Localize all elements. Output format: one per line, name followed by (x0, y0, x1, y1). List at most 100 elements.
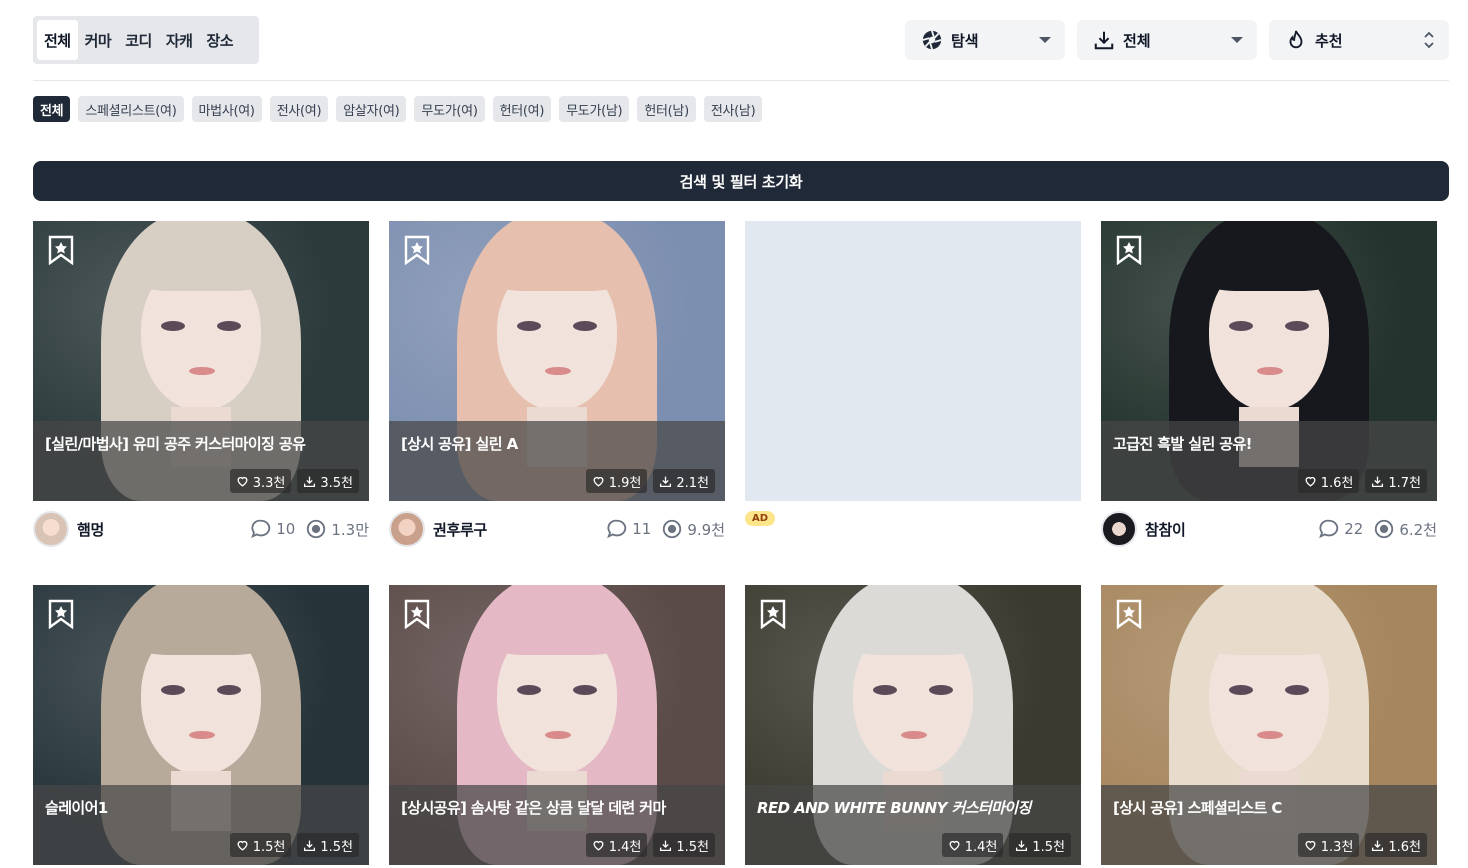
heart-icon (949, 840, 960, 851)
avatar[interactable] (1101, 511, 1137, 547)
author-name[interactable]: 권후루구 (433, 519, 596, 540)
card-meta: 참참이 22 6.2천 (1101, 509, 1437, 549)
card-meta: 햄멍 10 1.3만 (33, 509, 369, 549)
explore-label: 탐색 (951, 31, 979, 50)
view-icon (1375, 519, 1394, 539)
sort-arrows-icon (1423, 31, 1435, 49)
likes-badge: 1.6천 (1297, 469, 1360, 493)
preset-card[interactable]: RED AND WHITE BUNNY 커스터마이징 1.4천 1.5천 (745, 585, 1081, 865)
tab-original-character[interactable]: 자캐 (159, 20, 200, 60)
sort-label: 추천 (1315, 31, 1343, 50)
comment-icon (1319, 519, 1339, 539)
preset-thumbnail[interactable]: RED AND WHITE BUNNY 커스터마이징 1.4천 1.5천 (745, 585, 1081, 865)
divider (33, 80, 1449, 81)
chip-mage-f[interactable]: 마법사(여) (191, 96, 262, 122)
preset-card[interactable]: [실린/마법사] 유미 공주 커스터마이징 공유 3.3천 3.5천 햄멍 10… (33, 221, 369, 549)
bookmark-icon[interactable] (1115, 235, 1143, 265)
preset-card[interactable]: 고급진 흑발 실린 공유! 1.6천 1.7천 참참이 22 6.2천 (1101, 221, 1437, 549)
sort-dropdown[interactable]: 추천 (1269, 20, 1449, 60)
reset-filters-button[interactable]: 검색 및 필터 초기화 (33, 161, 1449, 201)
card-overlay: [상시공유] 솜사탕 같은 상큼 달달 데련 커마 1.4천 1.5천 (389, 785, 725, 865)
downloads-count: 1.6천 (1388, 839, 1421, 855)
bookmark-icon[interactable] (759, 599, 787, 629)
preset-thumbnail[interactable]: 슬레이어1 1.5천 1.5천 (33, 585, 369, 865)
comments-count: 22 (1344, 520, 1364, 538)
download-icon (304, 476, 316, 487)
preset-card[interactable]: [상시 공유] 스페셜리스트 C 1.3천 1.6천 (1101, 585, 1437, 865)
likes-badge: 1.9천 (585, 469, 648, 493)
chevron-down-icon (1231, 37, 1243, 43)
author-name[interactable]: 햄멍 (77, 519, 240, 540)
bookmark-icon[interactable] (403, 599, 431, 629)
bookmark-icon[interactable] (403, 235, 431, 265)
explore-dropdown[interactable]: 탐색 (905, 20, 1065, 60)
bookmark-icon[interactable] (47, 235, 75, 265)
preset-title: 고급진 흑발 실린 공유! (1113, 435, 1253, 453)
bookmark-icon[interactable] (1115, 599, 1143, 629)
downloads-count: 1.5천 (676, 839, 709, 855)
comments-stat: 11 (606, 518, 651, 540)
ad-placeholder[interactable] (745, 221, 1081, 501)
preset-card[interactable]: 슬레이어1 1.5천 1.5천 (33, 585, 369, 865)
preset-card[interactable]: [상시공유] 솜사탕 같은 상큼 달달 데련 커마 1.4천 1.5천 (389, 585, 725, 865)
downloads-badge: 1.5천 (1009, 833, 1071, 857)
heart-icon (593, 840, 604, 851)
preset-thumbnail[interactable]: 고급진 흑발 실린 공유! 1.6천 1.7천 (1101, 221, 1437, 501)
chip-assassin-f[interactable]: 암살자(여) (336, 96, 407, 122)
preset-thumbnail[interactable]: [상시공유] 솜사탕 같은 상큼 달달 데련 커마 1.4천 1.5천 (389, 585, 725, 865)
download-filter-dropdown[interactable]: 전체 (1077, 20, 1257, 60)
download-icon (1016, 840, 1028, 851)
author-name[interactable]: 참참이 (1145, 519, 1308, 540)
class-filter-chips: 전체 스페셜리스트(여) 마법사(여) 전사(여) 암살자(여) 무도가(여) … (33, 96, 763, 122)
download-icon (1372, 840, 1384, 851)
likes-count: 1.3천 (1320, 839, 1354, 855)
card-overlay: 슬레이어1 1.5천 1.5천 (33, 785, 369, 865)
avatar[interactable] (33, 511, 69, 547)
preset-thumbnail[interactable]: [상시 공유] 스페셜리스트 C 1.3천 1.6천 (1101, 585, 1437, 865)
card-overlay: [상시 공유] 실린 A 1.9천 2.1천 (389, 421, 725, 501)
flame-icon (1285, 29, 1307, 51)
card-overlay: RED AND WHITE BUNNY 커스터마이징 1.4천 1.5천 (745, 785, 1081, 865)
tab-outfit[interactable]: 코디 (118, 20, 159, 60)
tab-customize[interactable]: 커마 (78, 20, 119, 60)
download-icon (1093, 29, 1115, 51)
preset-thumbnail[interactable]: [상시 공유] 실린 A 1.9천 2.1천 (389, 221, 725, 501)
chip-all[interactable]: 전체 (33, 96, 71, 122)
comment-icon (251, 519, 271, 539)
downloads-badge: 3.5천 (297, 469, 359, 493)
preset-title: 슬레이어1 (45, 799, 108, 817)
download-icon (1372, 476, 1384, 487)
chip-martial-artist-m[interactable]: 무도가(남) (559, 96, 630, 122)
comments-stat: 10 (250, 518, 295, 540)
chip-specialist-f[interactable]: 스페셜리스트(여) (78, 96, 184, 122)
views-count: 1.3만 (331, 520, 369, 539)
comments-count: 10 (276, 520, 296, 538)
download-icon (660, 840, 672, 851)
avatar[interactable] (389, 511, 425, 547)
comments-count: 11 (632, 520, 652, 538)
tab-all[interactable]: 전체 (37, 20, 78, 60)
views-stat: 1.3만 (305, 518, 369, 540)
likes-badge: 3.3천 (229, 469, 292, 493)
download-filter-label: 전체 (1123, 31, 1151, 50)
likes-badge: 1.4천 (585, 833, 648, 857)
ad-card[interactable]: AD (745, 221, 1081, 526)
tab-place[interactable]: 장소 (199, 20, 240, 60)
comments-stat: 22 (1318, 518, 1363, 540)
aperture-icon (921, 29, 943, 51)
bookmark-icon[interactable] (47, 599, 75, 629)
preset-thumbnail[interactable]: [실린/마법사] 유미 공주 커스터마이징 공유 3.3천 3.5천 (33, 221, 369, 501)
heart-icon (593, 476, 604, 487)
chip-warrior-f[interactable]: 전사(여) (269, 96, 329, 122)
downloads-badge: 2.1천 (653, 469, 715, 493)
chevron-down-icon (1039, 37, 1051, 43)
category-tabs: 전체 커마 코디 자캐 장소 (33, 16, 259, 64)
views-stat: 6.2천 (1373, 518, 1437, 540)
download-icon (304, 840, 316, 851)
preset-card[interactable]: [상시 공유] 실린 A 1.9천 2.1천 권후루구 11 9.9천 (389, 221, 725, 549)
chip-warrior-m[interactable]: 전사(남) (703, 96, 763, 122)
chip-martial-artist-f[interactable]: 무도가(여) (414, 96, 485, 122)
chip-hunter-f[interactable]: 헌터(여) (492, 96, 552, 122)
chip-hunter-m[interactable]: 헌터(남) (637, 96, 696, 122)
preset-title: [상시 공유] 실린 A (401, 435, 518, 453)
